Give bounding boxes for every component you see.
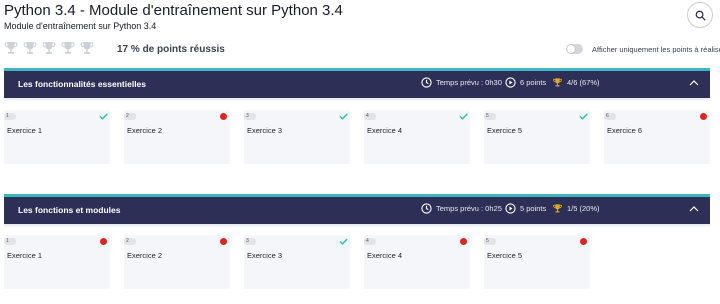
- check-icon: [99, 113, 108, 120]
- exercise-number: 5: [484, 113, 496, 120]
- toggle-knob: [567, 45, 575, 53]
- check-icon: [459, 113, 468, 120]
- exercise-label: Exercice 3: [247, 126, 283, 135]
- exercise-card[interactable]: 6 Exercice 6: [604, 110, 710, 164]
- section-title: Les fonctionnalités essentielles: [18, 79, 147, 89]
- page-header: Python 3.4 - Module d'entraînement sur P…: [0, 0, 720, 68]
- exercise-label: Exercice 5: [487, 126, 523, 135]
- section-score-label: 1/5 (20%): [567, 204, 600, 213]
- red-dot-icon: [220, 113, 227, 120]
- trophy-icon: [23, 42, 37, 54]
- trophy-row: [3, 40, 95, 56]
- exercise-card[interactable]: 5 Exercice 5: [484, 110, 590, 164]
- section-points-label: 5 points: [520, 204, 547, 213]
- exercise-grid-functions: 1 Exercice 1 2 Exercice 2 3 Exercice 3 4 Exerci…: [4, 235, 710, 291]
- exercise-number: 2: [124, 113, 136, 120]
- check-icon: [579, 113, 588, 120]
- trophy-icon: [61, 42, 75, 54]
- section-time-label: Temps prévu : 0h30: [436, 78, 502, 87]
- check-icon: [339, 113, 348, 120]
- exercise-number: 2: [124, 238, 136, 245]
- section-points: 5 points: [505, 203, 546, 214]
- exercise-label: Exercice 6: [607, 126, 643, 135]
- page-subtitle: Module d'entraînement sur Python 3.4: [4, 21, 157, 31]
- exercise-grid-essentials: 1 Exercice 1 2 Exercice 2 3 Exercice 3 4 Exerci…: [4, 110, 710, 166]
- section-points: 6 points: [505, 77, 546, 88]
- exercise-number: 1: [4, 238, 16, 245]
- section-title: Les fonctions et modules: [18, 205, 121, 215]
- section-score: 1/5 (20%): [552, 203, 600, 214]
- trophy-icon: [80, 42, 94, 54]
- clock-icon: [421, 203, 432, 214]
- section-header-essentials[interactable]: Les fonctionnalités essentielles Temps p…: [4, 68, 710, 98]
- trophy-icon: [553, 78, 562, 87]
- exercise-card[interactable]: 2 Exercice 2: [124, 235, 230, 289]
- exercise-number: 5: [484, 238, 496, 245]
- exercise-label: Exercice 2: [127, 251, 163, 260]
- exercise-card[interactable]: 5 Exercice 5: [484, 235, 590, 289]
- play-circle-icon: [505, 77, 516, 88]
- play-circle-icon: [505, 203, 516, 214]
- show-remaining-toggle[interactable]: [566, 44, 583, 54]
- exercise-label: Exercice 1: [7, 126, 43, 135]
- section-shadow: [4, 98, 710, 102]
- exercise-label: Exercice 1: [7, 251, 43, 260]
- exercise-number: 3: [244, 113, 256, 120]
- exercise-label: Exercice 4: [367, 251, 403, 260]
- red-dot-icon: [100, 238, 107, 245]
- exercise-number: 3: [244, 238, 256, 245]
- section-time: Temps prévu : 0h30: [421, 77, 502, 88]
- section-score: 4/6 (67%): [552, 77, 600, 88]
- check-icon: [339, 238, 348, 245]
- search-icon: [695, 10, 706, 21]
- clock-icon: [421, 77, 432, 88]
- exercise-card[interactable]: 2 Exercice 2: [124, 110, 230, 164]
- exercise-label: Exercice 4: [367, 126, 403, 135]
- chevron-up-icon[interactable]: [689, 79, 699, 86]
- exercise-card[interactable]: 4 Exercice 4: [364, 235, 470, 289]
- exercise-label: Exercice 3: [247, 251, 283, 260]
- exercise-label: Exercice 2: [127, 126, 163, 135]
- exercise-number: 4: [364, 113, 376, 120]
- section-time-label: Temps prévu : 0h25: [436, 204, 502, 213]
- exercise-number: 6: [604, 113, 616, 120]
- chevron-up-icon[interactable]: [689, 205, 699, 212]
- section-shadow: [4, 224, 710, 228]
- exercise-card[interactable]: 3 Exercice 3: [244, 235, 350, 289]
- exercise-number: 4: [364, 238, 376, 245]
- exercise-number: 1: [4, 113, 16, 120]
- section-header-functions[interactable]: Les fonctions et modules Temps prévu : 0…: [4, 194, 710, 224]
- red-dot-icon: [460, 238, 467, 245]
- red-dot-icon: [220, 238, 227, 245]
- exercise-card[interactable]: 1 Exercice 1: [4, 110, 110, 164]
- red-dot-icon: [580, 238, 587, 245]
- show-remaining-label: Afficher uniquement les points à réalise…: [592, 45, 720, 54]
- section-time: Temps prévu : 0h25: [421, 203, 502, 214]
- trophy-icon: [4, 42, 18, 54]
- trophy-icon: [42, 42, 56, 54]
- red-dot-icon: [700, 113, 707, 120]
- section-accent: [4, 194, 710, 197]
- section-score-label: 4/6 (67%): [567, 78, 600, 87]
- trophy-icon: [553, 204, 562, 213]
- score-summary: 17 % de points réussis: [117, 44, 225, 55]
- exercise-card[interactable]: 4 Exercice 4: [364, 110, 470, 164]
- exercise-card[interactable]: 3 Exercice 3: [244, 110, 350, 164]
- exercise-label: Exercice 5: [487, 251, 523, 260]
- page-title: Python 3.4 - Module d'entraînement sur P…: [4, 2, 343, 19]
- exercise-card[interactable]: 1 Exercice 1: [4, 235, 110, 289]
- search-button[interactable]: [687, 2, 713, 28]
- section-accent: [4, 68, 710, 71]
- section-points-label: 6 points: [520, 78, 547, 87]
